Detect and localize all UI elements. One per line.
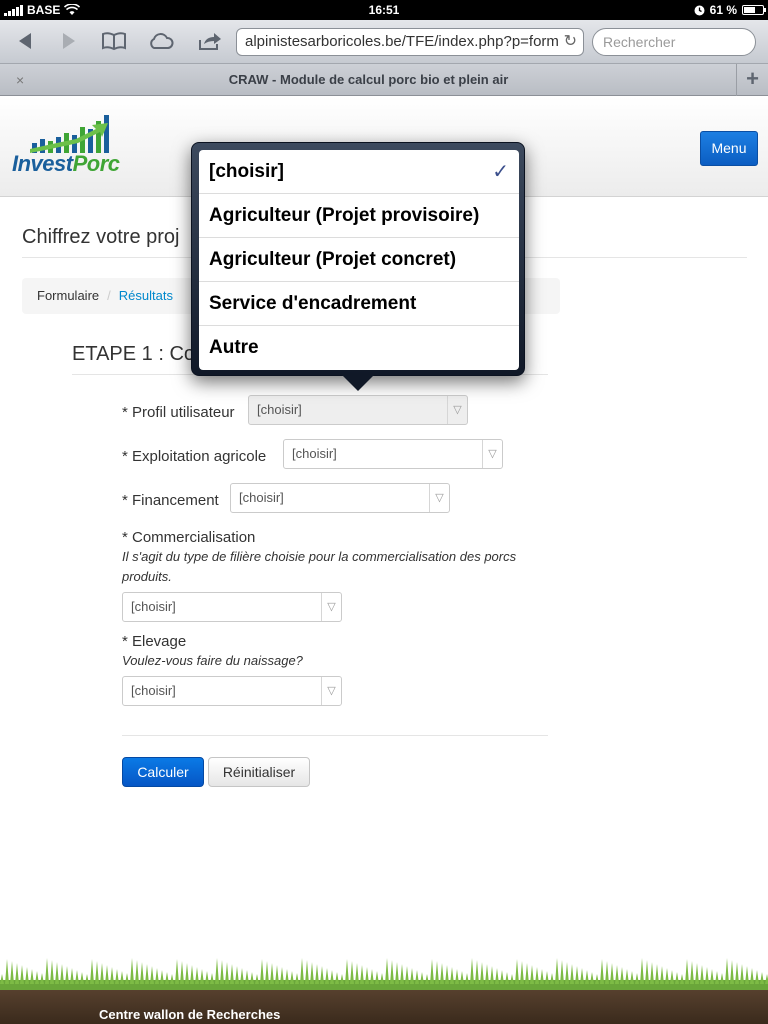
divider: [122, 735, 548, 736]
elevage-label: * Elevage: [122, 633, 187, 650]
select-value: [choisir]: [257, 402, 302, 417]
select-popover: [choisir] ✓ Agriculteur (Projet provisoire…: [191, 142, 525, 376]
exploitation-agricole-select[interactable]: [choisir] ▽: [283, 439, 503, 469]
chevron-down-icon: ▽: [447, 396, 467, 424]
menu-button[interactable]: Menu: [700, 131, 758, 166]
commercialisation-label: * Commercialisation: [122, 529, 256, 546]
select-value: [choisir]: [292, 446, 337, 461]
status-bar: BASE 16:51 61 %: [0, 0, 768, 20]
cloud-icon: [150, 33, 174, 49]
tab-current[interactable]: × CRAW - Module de calcul porc bio et pl…: [0, 64, 737, 96]
battery-icon: [742, 5, 766, 15]
option-label: Agriculteur (Projet concret): [209, 249, 457, 270]
close-tab-icon[interactable]: ×: [16, 64, 24, 96]
page-title: Chiffrez votre proj: [22, 226, 180, 248]
new-tab-button[interactable]: +: [736, 64, 768, 96]
option-item[interactable]: Agriculteur (Projet provisoire): [199, 194, 519, 238]
option-label: Service d'encadrement: [209, 293, 417, 314]
icloud-button[interactable]: [146, 28, 176, 54]
rotation-lock-icon: [694, 5, 705, 15]
battery-percent: 61 %: [709, 3, 737, 17]
option-label: Autre: [209, 337, 259, 358]
chevron-down-icon: ▽: [321, 593, 341, 621]
options-list: [choisir] ✓ Agriculteur (Projet provisoire…: [199, 150, 519, 370]
reinitialiser-button[interactable]: Réinitialiser: [208, 757, 310, 787]
step-title: ETAPE 1 : Co: [72, 343, 196, 365]
commercialisation-help: Il s'agit du type de filière choisie pou…: [122, 549, 517, 584]
profil-utilisateur-select[interactable]: [choisir] ▽: [248, 395, 468, 425]
select-value: [choisir]: [131, 599, 176, 614]
profil-utilisateur-label: * Profil utilisateur: [122, 404, 235, 421]
commercialisation-select[interactable]: [choisir] ▽: [122, 592, 342, 622]
logo[interactable]: InvestPorc: [12, 113, 132, 183]
page: BASE 16:51 61 % alpinistesarboricoles.be…: [0, 0, 768, 1024]
select-value: [choisir]: [239, 490, 284, 505]
tab-title: CRAW - Module de calcul porc bio et plei…: [228, 72, 509, 87]
option-item[interactable]: Autre: [199, 326, 519, 370]
chevron-down-icon: ▽: [321, 677, 341, 705]
address-bar[interactable]: alpinistesarboricoles.be/TFE/index.php?p…: [236, 28, 584, 56]
share-button[interactable]: [196, 28, 224, 54]
option-item[interactable]: Service d'encadrement: [199, 282, 519, 326]
url-text: alpinistesarboricoles.be/TFE/index.php?p…: [245, 33, 559, 50]
financement-select[interactable]: [choisir] ▽: [230, 483, 450, 513]
option-item[interactable]: Agriculteur (Projet concret): [199, 238, 519, 282]
forward-arrow-icon: [63, 33, 75, 49]
financement-label: * Financement: [122, 492, 219, 509]
elevage-help: Voulez-vous faire du naissage?: [122, 653, 303, 668]
logo-text: InvestPorc: [12, 151, 120, 177]
elevage-select[interactable]: [choisir] ▽: [122, 676, 342, 706]
logo-text-porc: Porc: [72, 151, 120, 176]
back-button[interactable]: [12, 28, 38, 54]
search-input[interactable]: Rechercher: [592, 28, 756, 56]
option-label: Agriculteur (Projet provisoire): [209, 205, 480, 226]
chevron-down-icon: ▽: [482, 440, 502, 468]
book-icon: [102, 32, 126, 51]
breadcrumb-resultats-link[interactable]: Résultats: [119, 288, 173, 303]
back-arrow-icon: [19, 33, 31, 49]
browser-toolbar: alpinistesarboricoles.be/TFE/index.php?p…: [0, 20, 768, 64]
checkmark-icon: ✓: [492, 161, 509, 183]
forward-button[interactable]: [56, 28, 82, 54]
option-item[interactable]: [choisir] ✓: [199, 150, 519, 194]
bookmarks-button[interactable]: [100, 28, 128, 54]
breadcrumb-formulaire: Formulaire: [37, 288, 100, 303]
reload-icon[interactable]: ↻: [564, 29, 577, 55]
footer-text: Centre wallon de Recherches: [99, 1007, 281, 1022]
popover-arrow: [341, 374, 375, 391]
share-icon: [199, 33, 221, 50]
select-value: [choisir]: [131, 683, 176, 698]
option-label: [choisir]: [209, 161, 284, 182]
battery-level: [744, 7, 755, 13]
chevron-down-icon: ▽: [429, 484, 449, 512]
exploitation-agricole-label: * Exploitation agricole: [122, 448, 267, 465]
tab-bar: × CRAW - Module de calcul porc bio et pl…: [0, 64, 768, 96]
logo-text-invest: Invest: [12, 151, 73, 176]
calculer-button[interactable]: Calculer: [122, 757, 204, 787]
clock: 16:51: [368, 3, 400, 17]
breadcrumb-separator: /: [107, 288, 111, 303]
